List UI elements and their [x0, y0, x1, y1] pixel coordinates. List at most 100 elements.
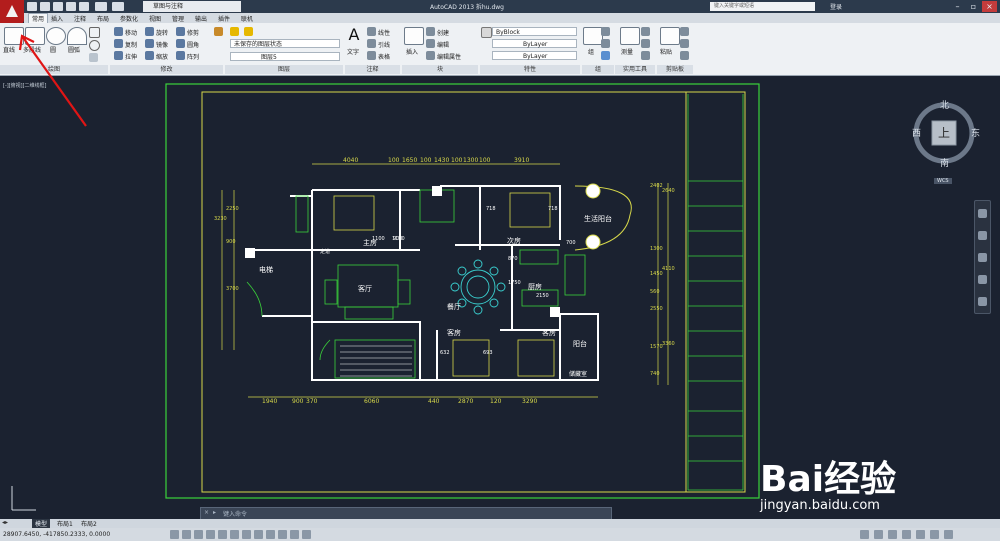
cut-icon[interactable] — [680, 27, 689, 36]
layer-select[interactable]: 图层5 — [230, 52, 340, 61]
isolate-objects-icon[interactable] — [930, 530, 939, 539]
snap-icon[interactable] — [170, 530, 179, 539]
block-insert[interactable]: 插入 — [406, 47, 418, 56]
orbit-icon[interactable] — [978, 275, 987, 284]
modify-copy[interactable]: 复制 — [125, 40, 137, 49]
print-icon[interactable] — [79, 2, 89, 11]
group-select-icon[interactable] — [601, 51, 610, 60]
group-label[interactable]: 组 — [588, 47, 594, 56]
steering-wheel-icon[interactable] — [978, 209, 987, 218]
tab-parametric[interactable]: 参数化 — [120, 14, 138, 23]
polar-icon[interactable] — [206, 530, 215, 539]
annotation-table[interactable]: 表格 — [378, 52, 390, 61]
tab-annotate[interactable]: 注释 — [74, 14, 86, 23]
block-edit-attributes[interactable]: 编辑属性 — [437, 52, 461, 61]
layer-properties-icon[interactable] — [214, 27, 223, 36]
modify-array[interactable]: 阵列 — [187, 52, 199, 61]
command-input[interactable]: 键入命令 — [223, 509, 247, 518]
modify-stretch[interactable]: 拉伸 — [125, 52, 137, 61]
new-icon[interactable] — [27, 2, 37, 11]
navigation-bar[interactable] — [974, 200, 991, 314]
zoom-icon[interactable] — [978, 253, 987, 262]
application-menu-button[interactable] — [0, 0, 24, 24]
ortho-icon[interactable] — [194, 530, 203, 539]
copy-clip-icon[interactable] — [680, 39, 689, 48]
lock-icon[interactable] — [902, 530, 911, 539]
lineweight-select[interactable]: ByLayer — [492, 51, 577, 60]
tab-layout2[interactable]: 布局2 — [78, 519, 100, 528]
selection-cycling-icon[interactable] — [302, 530, 311, 539]
tab-view[interactable]: 视图 — [149, 14, 161, 23]
layer-state-select[interactable]: 未保存的图层状态 — [230, 39, 340, 48]
annotation-linear[interactable]: 线性 — [378, 28, 390, 37]
modify-rotate[interactable]: 旋转 — [156, 28, 168, 37]
annotation-leader[interactable]: 引线 — [378, 40, 390, 49]
tab-plugins[interactable]: 插件 — [218, 14, 230, 23]
viewcube-south[interactable]: 南 — [940, 156, 949, 169]
layer-freeze-icon[interactable] — [244, 27, 253, 36]
layout-nav-icon[interactable]: ◂▸ — [2, 519, 8, 526]
match-properties-icon[interactable] — [481, 27, 492, 38]
minimize-icon[interactable]: – — [950, 1, 965, 12]
hardware-accel-icon[interactable] — [916, 530, 925, 539]
draw-line-label[interactable]: 直线 — [3, 45, 15, 54]
layer-on-icon[interactable] — [230, 27, 239, 36]
viewcube-west[interactable]: 西 — [912, 126, 921, 139]
transparency-icon[interactable] — [278, 530, 287, 539]
linetype-select[interactable]: ByLayer — [492, 39, 577, 48]
close-icon[interactable]: × — [982, 1, 997, 12]
insert-block-icon[interactable] — [404, 27, 424, 45]
osnap-icon[interactable] — [218, 530, 227, 539]
point-style-icon[interactable] — [641, 51, 650, 60]
drawing-canvas[interactable]: 主房 次房 生活阳台 客厅 餐厅 厨房 客房 客房 阳台 储藏室 电梯 走道 4… — [0, 76, 1000, 518]
workspace-switch-icon[interactable] — [888, 530, 897, 539]
otrack-icon[interactable] — [230, 530, 239, 539]
showmotion-icon[interactable] — [978, 297, 987, 306]
saveas-icon[interactable] — [66, 2, 76, 11]
ungroup-icon[interactable] — [601, 27, 610, 36]
paste-icon[interactable] — [660, 27, 680, 45]
paste-special-icon[interactable] — [680, 51, 689, 60]
tab-layout1[interactable]: 布局1 — [54, 519, 76, 528]
tab-output[interactable]: 输出 — [195, 14, 207, 23]
save-icon[interactable] — [53, 2, 63, 11]
text-icon[interactable]: A — [345, 27, 363, 43]
pan-icon[interactable] — [978, 231, 987, 240]
lineweight-icon[interactable] — [266, 530, 275, 539]
modify-mirror[interactable]: 镜像 — [156, 40, 168, 49]
block-create[interactable]: 创建 — [437, 28, 449, 37]
login-button[interactable]: 登录 — [830, 2, 842, 11]
modify-scale[interactable]: 缩放 — [156, 52, 168, 61]
color-select[interactable]: ByBlock — [492, 27, 577, 36]
quick-properties-icon[interactable] — [290, 530, 299, 539]
workspace-select[interactable]: 草图与注释 — [143, 1, 241, 12]
command-close-icon[interactable]: × — [204, 509, 209, 516]
viewcube-north[interactable]: 北 — [940, 98, 949, 111]
modify-trim[interactable]: 修剪 — [187, 28, 199, 37]
tab-layout[interactable]: 布局 — [97, 14, 109, 23]
tab-manage[interactable]: 管理 — [172, 14, 184, 23]
undo-icon[interactable] — [95, 2, 107, 11]
clipboard-paste[interactable]: 粘贴 — [660, 47, 672, 56]
model-space-icon[interactable] — [860, 530, 869, 539]
annotation-scale-icon[interactable] — [874, 530, 883, 539]
measure-icon[interactable] — [620, 27, 640, 45]
command-search-icon[interactable]: ▸ — [213, 509, 216, 516]
open-icon[interactable] — [40, 2, 50, 11]
block-edit[interactable]: 编辑 — [437, 40, 449, 49]
dyn-icon[interactable] — [254, 530, 263, 539]
utilities-measure[interactable]: 测量 — [621, 47, 633, 56]
tab-online[interactable]: 联机 — [241, 14, 253, 23]
wcs-menu[interactable]: WCS — [934, 178, 952, 184]
search-input[interactable]: 键入关键字或短语 — [710, 2, 815, 11]
annotation-text[interactable]: 文字 — [347, 47, 359, 56]
restore-icon[interactable]: ▫ — [966, 1, 981, 12]
ducs-icon[interactable] — [242, 530, 251, 539]
redo-icon[interactable] — [112, 2, 124, 11]
tab-home[interactable]: 常用 — [28, 13, 49, 23]
tab-model[interactable]: 模型 — [32, 519, 51, 528]
quick-select-icon[interactable] — [641, 27, 650, 36]
modify-move[interactable]: 移动 — [125, 28, 137, 37]
viewcube-east[interactable]: 东 — [971, 126, 980, 139]
clean-screen-icon[interactable] — [944, 530, 953, 539]
